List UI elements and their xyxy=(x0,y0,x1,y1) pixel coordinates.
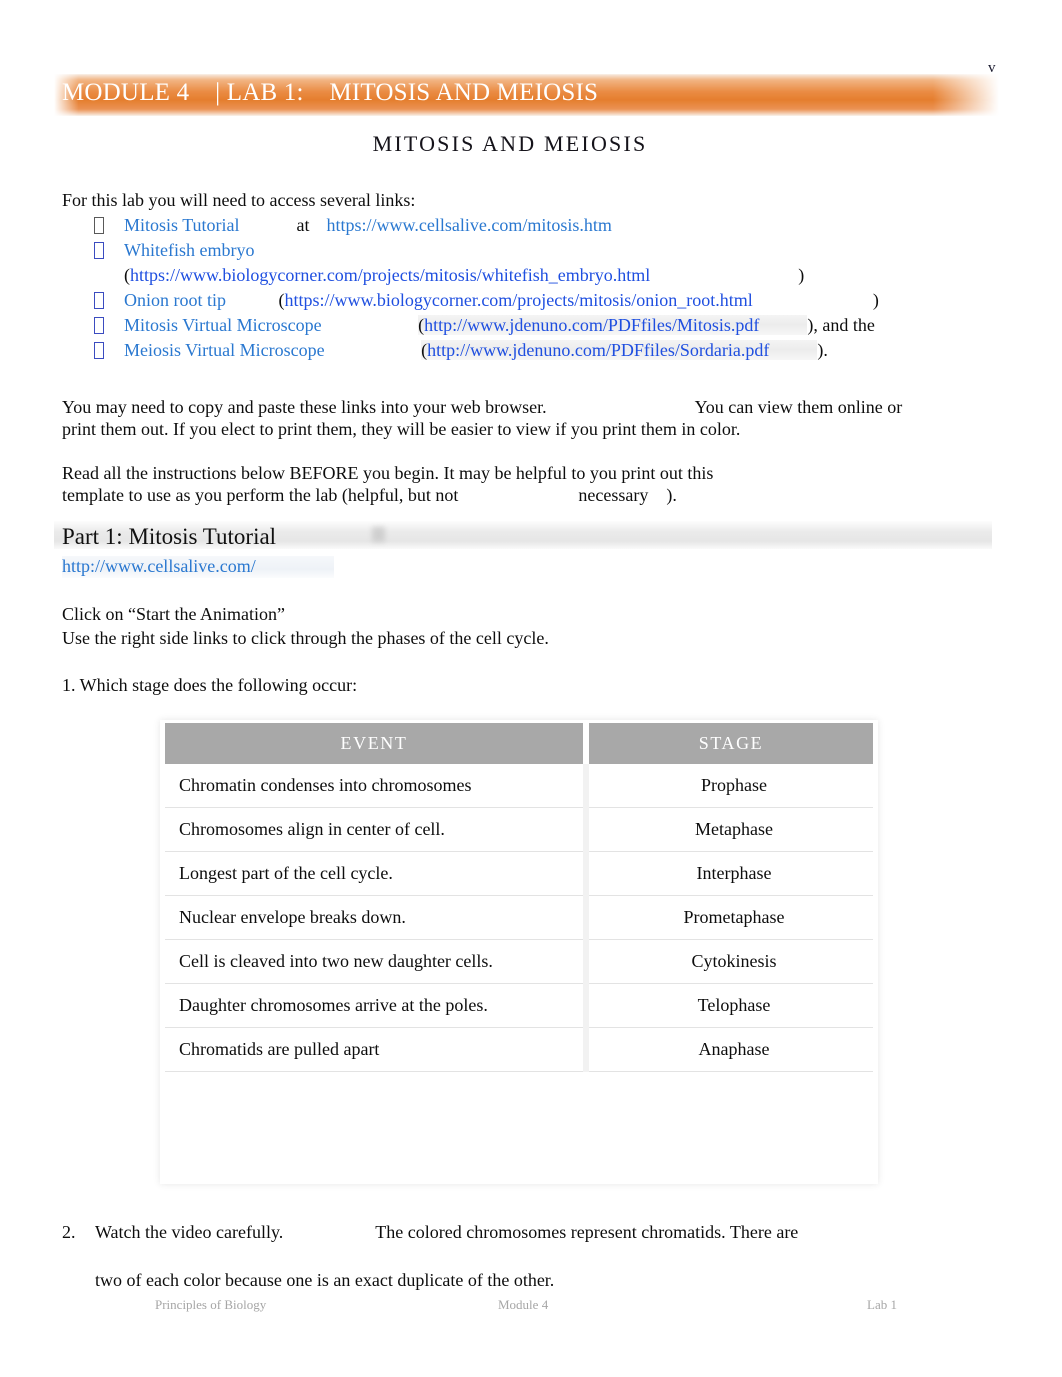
highlight-box: (http://www.jdenuno.com/PDFfiles/Mitosis… xyxy=(418,315,808,335)
url-mitosis-virtual-microscope[interactable]: http://www.jdenuno.com/PDFfiles/Mitosis.… xyxy=(424,315,759,335)
read-instructions-line1: Read all the instructions below BEFORE y… xyxy=(62,463,714,483)
cell-stage[interactable]: Anaphase xyxy=(586,1027,873,1072)
browser-instructions-line1a: You may need to copy and paste these lin… xyxy=(62,397,547,417)
cell-event: Daughter chromosomes arrive at the poles… xyxy=(165,983,589,1028)
bullet-box-icon xyxy=(94,217,104,234)
cell-event: Longest part of the cell cycle. xyxy=(165,851,589,896)
cell-event: Chromosomes align in center of cell. xyxy=(165,807,589,852)
cell-stage[interactable]: Prophase xyxy=(586,764,873,808)
table-body: Chromatin condenses into chromosomes Pro… xyxy=(165,764,873,1072)
link-mitosis-virtual-microscope[interactable]: Mitosis Virtual Microscope xyxy=(124,315,322,335)
cell-stage[interactable]: Metaphase xyxy=(586,807,873,852)
footer-lab: Lab 1 xyxy=(867,1297,897,1312)
part1-url-wrapper: http://www.cellsalive.com/ xyxy=(62,556,256,577)
intro-lead-text: For this lab you will need to access sev… xyxy=(62,190,416,210)
resource-link-list: Mitosis Tutorial at https://www.cellsali… xyxy=(62,213,1022,363)
list-item: Meiosis Virtual Microscope (http://www.j… xyxy=(62,338,1022,363)
question-2-line2: two of each color because one is an exac… xyxy=(95,1270,555,1290)
url-mitosis-tutorial[interactable]: https://www.cellsalive.com/mitosis.htm xyxy=(327,215,612,235)
link-whitefish-embryo[interactable]: Whitefish embryo xyxy=(124,240,254,260)
footer-module: Module 4 xyxy=(498,1297,549,1312)
part1-heading: Part 1: Mitosis Tutorial xyxy=(62,524,277,549)
browser-instructions-line1b: You can view them online or xyxy=(694,397,903,417)
cell-event: Cell is cleaved into two new daughter ce… xyxy=(165,939,589,984)
bullet-box-icon xyxy=(94,317,104,334)
list-item: Mitosis Tutorial at https://www.cellsali… xyxy=(62,213,1022,238)
list-item: Whitefish embryo xyxy=(62,238,1022,263)
document-page: v MODULE 4 | LAB 1: MITOSIS AND MEIOSIS … xyxy=(0,0,1062,1377)
browser-instructions-line2: print them out. If you elect to print th… xyxy=(62,419,741,439)
question-2-line1a: Watch the video carefully. xyxy=(95,1222,284,1242)
url-onion-root-tip[interactable]: https://www.biologycorner.com/projects/m… xyxy=(285,290,753,310)
link-onion-root-tip[interactable]: Onion root tip xyxy=(124,290,226,310)
question-2-line1: Watch the video carefully. The colored ch… xyxy=(95,1222,798,1243)
table-row: Longest part of the cell cycle. Interpha… xyxy=(165,851,873,896)
bullet-box-icon xyxy=(94,342,104,359)
read-instructions-paragraph: Read all the instructions below BEFORE y… xyxy=(62,462,1002,506)
link-meiosis-virtual-microscope[interactable]: Meiosis Virtual Microscope xyxy=(124,340,325,360)
cell-event: Nuclear envelope breaks down. xyxy=(165,895,589,940)
column-header-stage: STAGE xyxy=(586,723,873,764)
table-row: Chromosomes align in center of cell. Met… xyxy=(165,807,873,852)
trailing-text: . xyxy=(823,340,828,360)
question-1-prompt: 1. Which stage does the following occur: xyxy=(62,675,358,695)
table-row: Chromatin condenses into chromosomes Pro… xyxy=(165,764,873,808)
table-row: Daughter chromosomes arrive at the poles… xyxy=(165,983,873,1028)
close-paren: ) xyxy=(872,290,879,310)
list-item: Mitosis Virtual Microscope (http://www.j… xyxy=(62,313,1022,338)
url-whitefish-embryo[interactable]: https://www.biologycorner.com/projects/m… xyxy=(130,265,650,285)
url-meiosis-virtual-microscope[interactable]: http://www.jdenuno.com/PDFfiles/Sordaria… xyxy=(427,340,769,360)
list-item-continuation: (https://www.biologycorner.com/projects/… xyxy=(62,263,1022,288)
part1-instructions: Click on “Start the Animation” Use the r… xyxy=(62,602,549,650)
module-banner-title: MODULE 4 | LAB 1: MITOSIS AND MEIOSIS xyxy=(62,79,599,106)
part1-instruction-line1: Click on “Start the Animation” xyxy=(62,604,285,624)
page-title: MITOSIS AND MEIOSIS xyxy=(372,131,648,156)
list-item: Onion root tip (https://www.biologycorne… xyxy=(62,288,1022,313)
question-2-line1b: The colored chromosomes represent chroma… xyxy=(375,1222,799,1242)
link-mitosis-tutorial[interactable]: Mitosis Tutorial xyxy=(124,215,240,235)
bullet-box-icon xyxy=(94,242,104,259)
cell-stage[interactable]: Prometaphase xyxy=(586,895,873,940)
table-row: Nuclear envelope breaks down. Prometapha… xyxy=(165,895,873,940)
read-instructions-emphasis: necessary xyxy=(578,485,649,505)
table-head: EVENT STAGE xyxy=(165,723,873,764)
browser-instructions-paragraph: You may need to copy and paste these lin… xyxy=(62,396,1002,440)
table-header-row: EVENT STAGE xyxy=(165,723,873,764)
cell-stage[interactable]: Telophase xyxy=(586,983,873,1028)
table-row: Cell is cleaved into two new daughter ce… xyxy=(165,939,873,984)
close-paren: ) xyxy=(798,265,805,285)
column-header-event: EVENT xyxy=(165,723,589,764)
trailing-text: , and the xyxy=(813,315,875,335)
cell-event: Chromatids are pulled apart xyxy=(165,1027,589,1072)
read-instructions-line2c: ). xyxy=(666,485,677,505)
table-row: Chromatids are pulled apart Anaphase xyxy=(165,1027,873,1072)
cell-stage[interactable]: Cytokinesis xyxy=(586,939,873,984)
question-2-number: 2. xyxy=(62,1222,76,1242)
footer-course-name: Principles of Biology xyxy=(155,1297,267,1312)
url-cellsalive[interactable]: http://www.cellsalive.com/ xyxy=(62,556,256,576)
part1-instruction-line2: Use the right side links to click throug… xyxy=(62,628,549,648)
heading-artifact xyxy=(372,527,385,542)
event-stage-table: EVENT STAGE Chromatin condenses into chr… xyxy=(165,723,873,1072)
read-instructions-line2a: template to use as you perform the lab (… xyxy=(62,485,459,505)
bullet-box-icon xyxy=(94,292,104,309)
cell-event: Chromatin condenses into chromosomes xyxy=(165,764,589,808)
cell-stage[interactable]: Interphase xyxy=(586,851,873,896)
highlight-box: (http://www.jdenuno.com/PDFfiles/Sordari… xyxy=(421,340,818,360)
connector-word: at xyxy=(296,215,310,235)
